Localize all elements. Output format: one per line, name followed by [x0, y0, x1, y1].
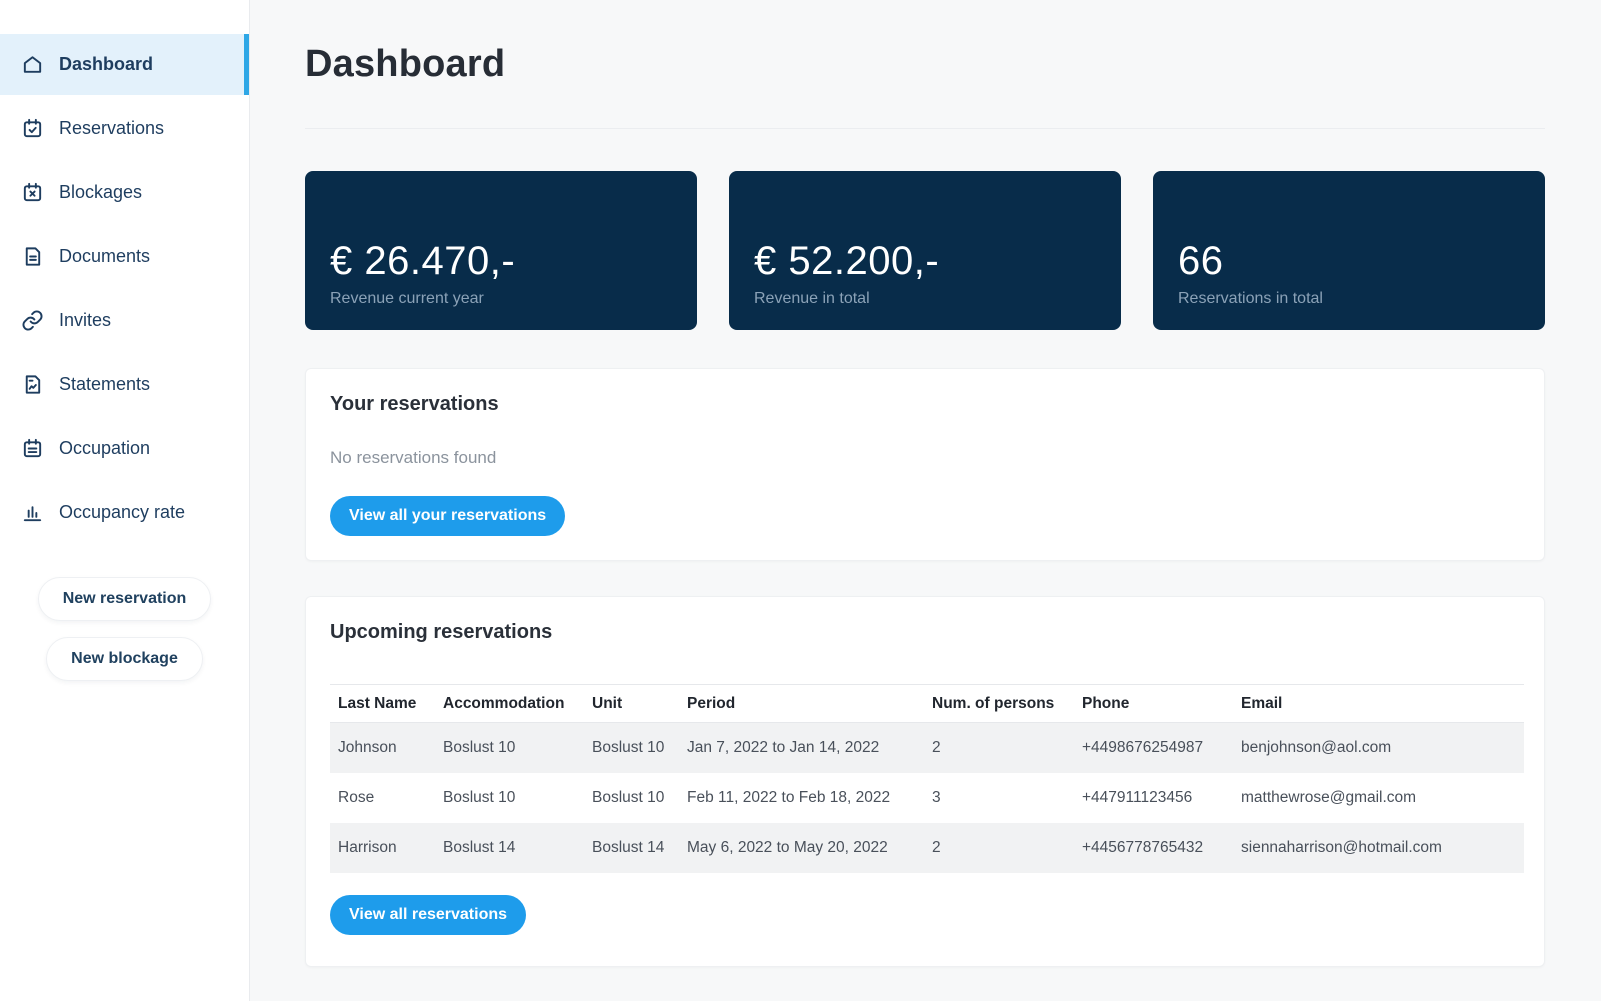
page-title: Dashboard	[305, 38, 1545, 90]
stat-value: € 26.470,-	[330, 238, 673, 284]
bar-chart-icon	[20, 501, 44, 525]
cell-last-name: Rose	[330, 773, 435, 823]
sidebar-item-documents[interactable]: Documents	[0, 226, 249, 287]
sidebar-item-statements[interactable]: Statements	[0, 354, 249, 415]
cell-email: siennaharrison@hotmail.com	[1233, 823, 1524, 873]
stats-row: € 26.470,- Revenue current year € 52.200…	[305, 171, 1545, 330]
sidebar-item-label: Reservations	[59, 118, 164, 139]
sidebar-item-label: Blockages	[59, 182, 142, 203]
stat-label: Revenue current year	[330, 290, 673, 308]
cell-email: benjohnson@aol.com	[1233, 723, 1524, 773]
main-content: Dashboard € 26.470,- Revenue current yea…	[250, 0, 1601, 1001]
cell-num-of-persons: 3	[924, 773, 1074, 823]
column-header-last-name: Last Name	[330, 685, 435, 723]
sidebar: Dashboard Reservations Blockages	[0, 0, 250, 1001]
document-icon	[20, 245, 44, 269]
sidebar-item-label: Statements	[59, 374, 150, 395]
column-header-unit: Unit	[584, 685, 679, 723]
cell-accommodation: Boslust 14	[435, 823, 584, 873]
sidebar-item-blockages[interactable]: Blockages	[0, 162, 249, 223]
cell-phone: +447911123456	[1074, 773, 1233, 823]
sidebar-item-label: Occupancy rate	[59, 502, 185, 523]
sidebar-item-label: Occupation	[59, 438, 150, 459]
your-reservations-title: Your reservations	[330, 393, 1520, 416]
table-row: Johnson Boslust 10 Boslust 10 Jan 7, 202…	[330, 723, 1524, 773]
view-all-reservations-button[interactable]: View all reservations	[330, 895, 526, 935]
cell-unit: Boslust 14	[584, 823, 679, 873]
sidebar-item-dashboard[interactable]: Dashboard	[0, 34, 249, 95]
link-icon	[20, 309, 44, 333]
sidebar-item-invites[interactable]: Invites	[0, 290, 249, 351]
stat-card-revenue-current-year: € 26.470,- Revenue current year	[305, 171, 697, 330]
column-header-email: Email	[1233, 685, 1524, 723]
cell-unit: Boslust 10	[584, 723, 679, 773]
upcoming-reservations-title: Upcoming reservations	[330, 621, 1520, 644]
file-chart-icon	[20, 373, 44, 397]
stat-label: Reservations in total	[1178, 290, 1521, 308]
cell-accommodation: Boslust 10	[435, 773, 584, 823]
stat-value: 66	[1178, 238, 1521, 284]
cell-period: Jan 7, 2022 to Jan 14, 2022	[679, 723, 924, 773]
upcoming-reservations-panel: Upcoming reservations Last Name Accommod…	[305, 596, 1545, 967]
upcoming-reservations-table: Last Name Accommodation Unit Period Num.…	[330, 684, 1524, 873]
stat-value: € 52.200,-	[754, 238, 1097, 284]
table-row: Harrison Boslust 14 Boslust 14 May 6, 20…	[330, 823, 1524, 873]
sidebar-item-reservations[interactable]: Reservations	[0, 98, 249, 159]
column-header-num-of-persons: Num. of persons	[924, 685, 1074, 723]
column-header-period: Period	[679, 685, 924, 723]
sidebar-item-label: Documents	[59, 246, 150, 267]
table-row: Rose Boslust 10 Boslust 10 Feb 11, 2022 …	[330, 773, 1524, 823]
cell-period: Feb 11, 2022 to Feb 18, 2022	[679, 773, 924, 823]
column-header-accommodation: Accommodation	[435, 685, 584, 723]
stat-card-revenue-total: € 52.200,- Revenue in total	[729, 171, 1121, 330]
cell-phone: +4456778765432	[1074, 823, 1233, 873]
no-reservations-message: No reservations found	[330, 448, 1520, 468]
calendar-x-icon	[20, 181, 44, 205]
cell-period: May 6, 2022 to May 20, 2022	[679, 823, 924, 873]
stat-card-reservations-total: 66 Reservations in total	[1153, 171, 1545, 330]
sidebar-item-label: Invites	[59, 310, 111, 331]
calendar-check-icon	[20, 117, 44, 141]
calendar-grid-icon	[20, 437, 44, 461]
cell-num-of-persons: 2	[924, 723, 1074, 773]
column-header-phone: Phone	[1074, 685, 1233, 723]
new-reservation-button[interactable]: New reservation	[38, 577, 212, 621]
new-blockage-button[interactable]: New blockage	[46, 637, 203, 681]
cell-phone: +4498676254987	[1074, 723, 1233, 773]
title-divider	[305, 128, 1545, 129]
cell-unit: Boslust 10	[584, 773, 679, 823]
home-icon	[20, 53, 44, 77]
cell-num-of-persons: 2	[924, 823, 1074, 873]
sidebar-item-occupation[interactable]: Occupation	[0, 418, 249, 479]
upcoming-reservations-footer: View all reservations	[330, 895, 1520, 942]
sidebar-item-occupancy-rate[interactable]: Occupancy rate	[0, 482, 249, 543]
cell-last-name: Harrison	[330, 823, 435, 873]
view-all-your-reservations-button[interactable]: View all your reservations	[330, 496, 565, 536]
your-reservations-panel: Your reservations No reservations found …	[305, 368, 1545, 561]
cell-last-name: Johnson	[330, 723, 435, 773]
table-header-row: Last Name Accommodation Unit Period Num.…	[330, 685, 1524, 723]
cell-email: matthewrose@gmail.com	[1233, 773, 1524, 823]
sidebar-item-label: Dashboard	[59, 54, 153, 75]
app-root: Dashboard Reservations Blockages	[0, 0, 1601, 1001]
sidebar-actions: New reservation New blockage	[0, 577, 249, 681]
stat-label: Revenue in total	[754, 290, 1097, 308]
cell-accommodation: Boslust 10	[435, 723, 584, 773]
